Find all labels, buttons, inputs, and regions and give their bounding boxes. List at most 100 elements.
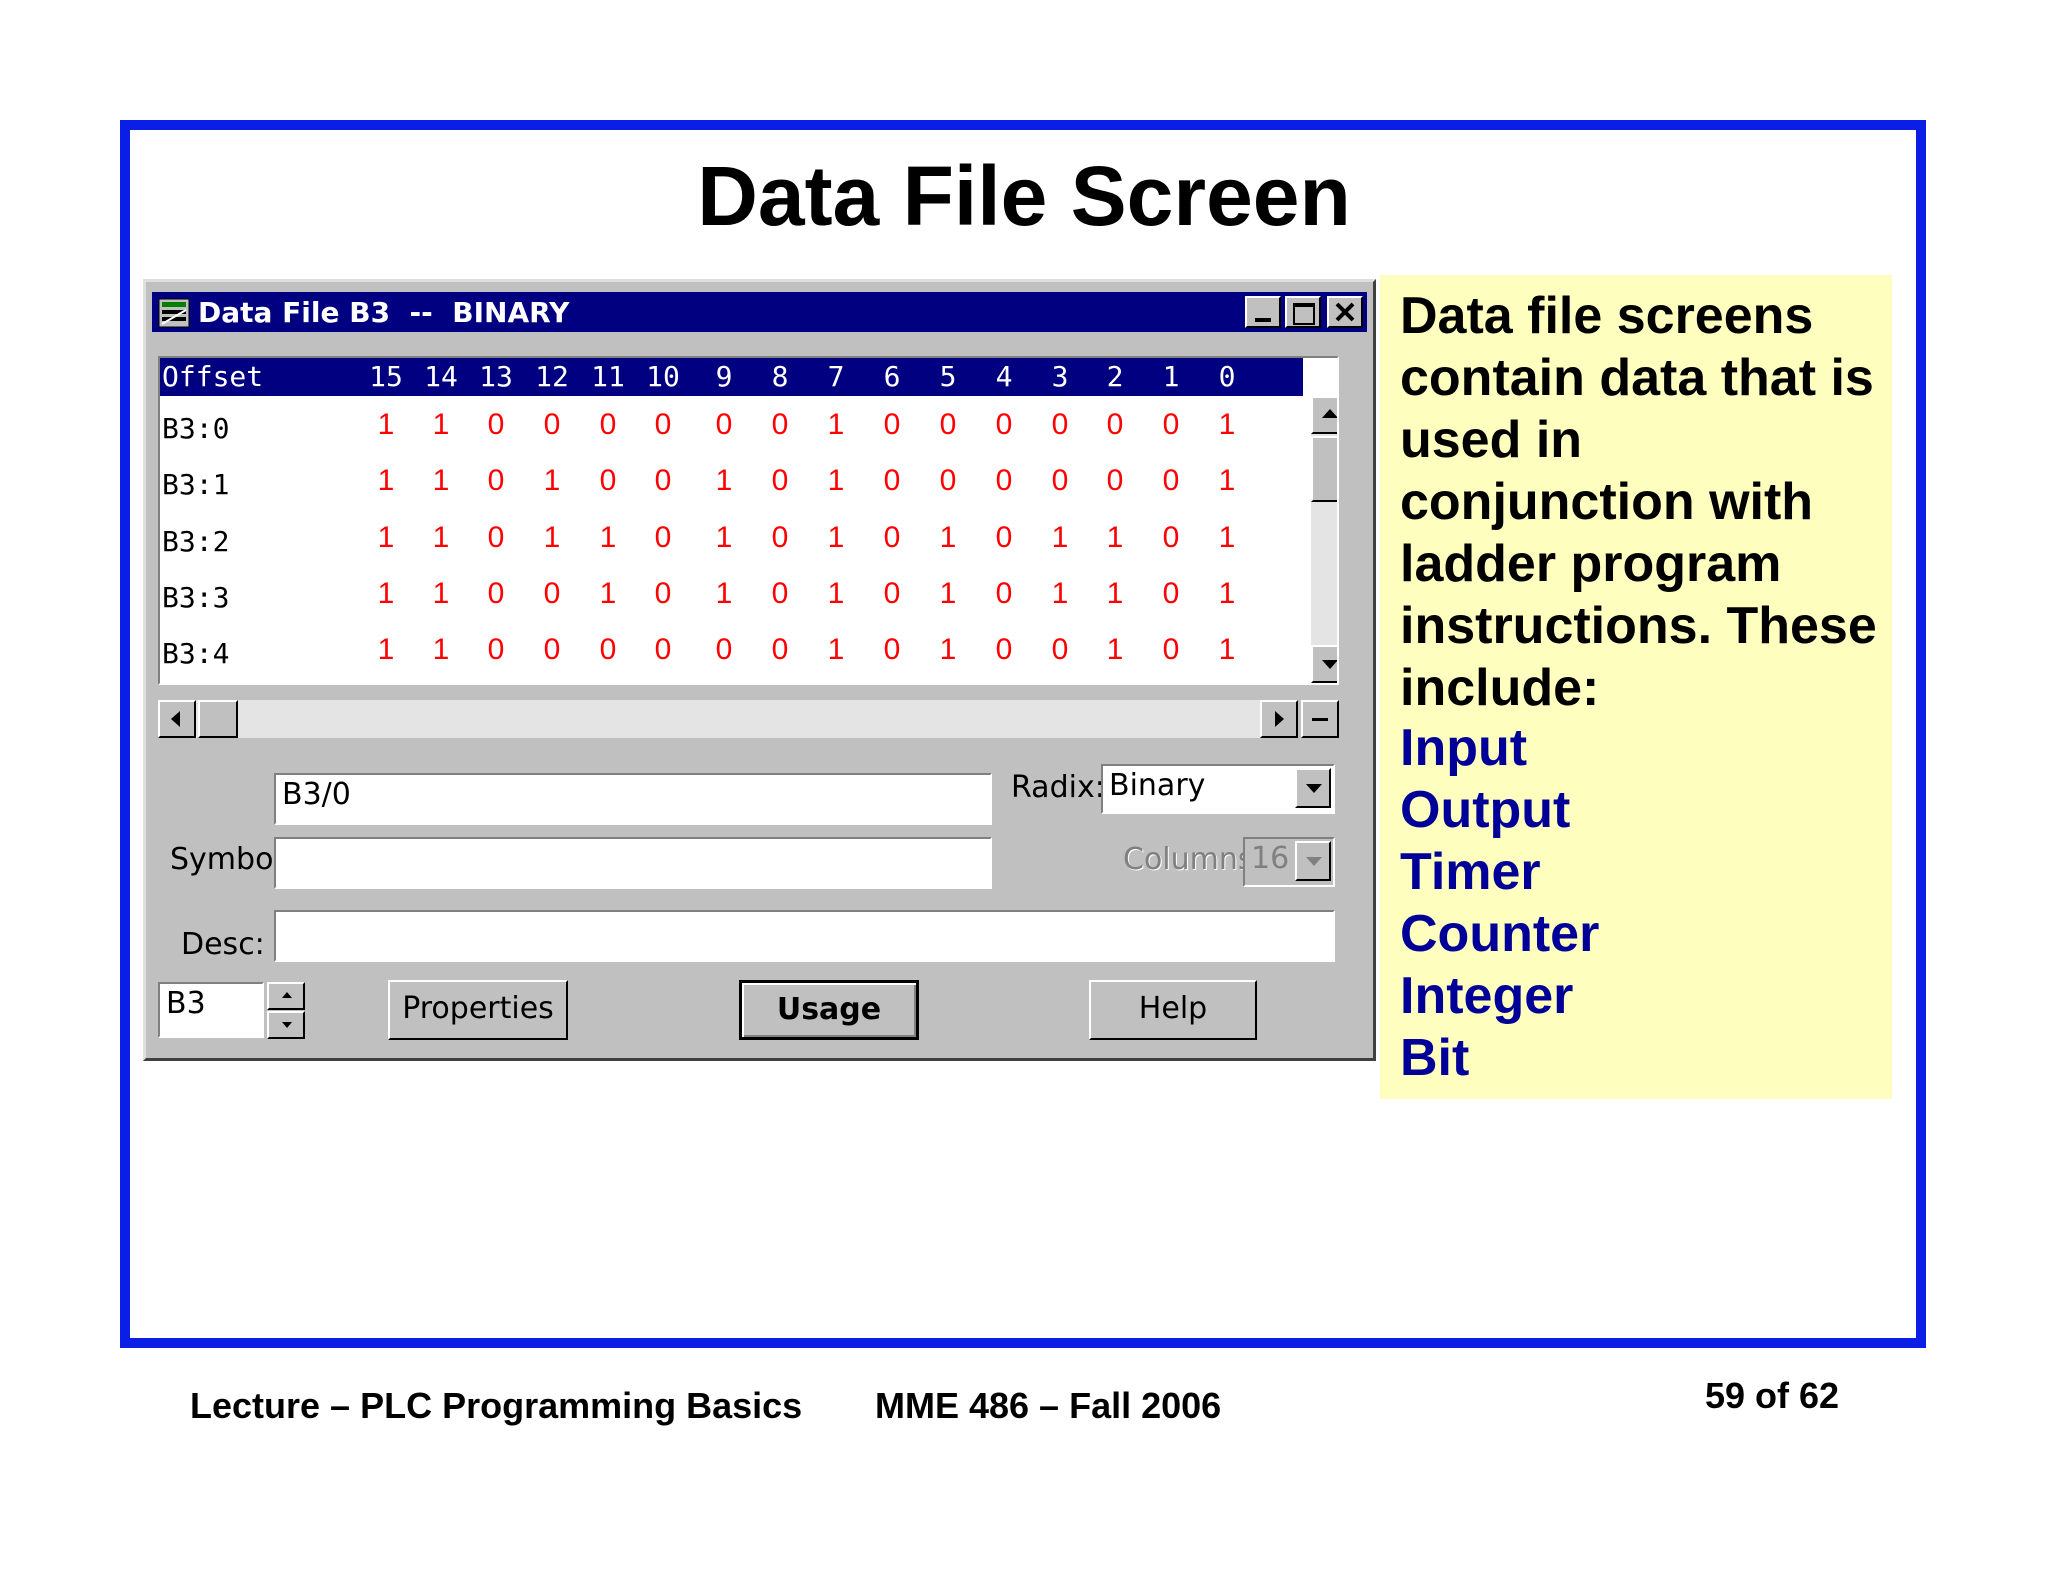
maximize-button[interactable] — [1285, 296, 1321, 328]
offset-cell[interactable]: B3:1 — [162, 468, 229, 501]
bit-cell[interactable]: 0 — [984, 408, 1024, 442]
bit-cell[interactable]: 0 — [1040, 464, 1080, 498]
bit-cell[interactable]: 0 — [928, 408, 968, 442]
bit-cell[interactable]: 1 — [1207, 577, 1247, 611]
radix-dropdown-button[interactable] — [1295, 768, 1331, 808]
bit-cell[interactable]: 1 — [1095, 577, 1135, 611]
bit-cell[interactable]: 1 — [704, 521, 744, 555]
bit-cell[interactable]: 0 — [476, 408, 516, 442]
bit-cell[interactable]: 0 — [872, 464, 912, 498]
horizontal-scrollbar[interactable] — [158, 700, 1298, 738]
table-row[interactable]: B3:2 1 1 0 1 1 0 1 0 1 0 1 0 1 1 0 1 — [160, 519, 1303, 569]
bit-cell[interactable]: 0 — [643, 577, 683, 611]
bit-cell[interactable]: 1 — [366, 633, 406, 667]
bit-cell[interactable]: 0 — [532, 577, 572, 611]
bit-cell[interactable]: 0 — [1095, 464, 1135, 498]
bit-cell[interactable]: 1 — [816, 521, 856, 555]
bit-cell[interactable]: 1 — [366, 464, 406, 498]
bit-cell[interactable]: 0 — [1151, 633, 1191, 667]
bit-cell[interactable]: 1 — [532, 521, 572, 555]
bit-cell[interactable]: 1 — [366, 408, 406, 442]
scroll-down-button[interactable] — [1311, 645, 1337, 683]
bit-cell[interactable]: 0 — [928, 464, 968, 498]
table-row[interactable]: B3:0 1 1 0 0 0 0 0 0 1 0 0 0 0 0 0 1 — [160, 406, 1303, 456]
bit-cell[interactable]: 0 — [704, 408, 744, 442]
bit-cell[interactable]: 0 — [476, 577, 516, 611]
bit-cell[interactable]: 1 — [816, 464, 856, 498]
scroll-up-button[interactable] — [1311, 396, 1337, 434]
bit-cell[interactable]: 0 — [476, 633, 516, 667]
offset-cell[interactable]: B3:4 — [162, 637, 229, 670]
bit-cell[interactable]: 1 — [1207, 408, 1247, 442]
bit-cell[interactable]: 0 — [760, 464, 800, 498]
bit-cell[interactable]: 0 — [532, 633, 572, 667]
bit-cell[interactable]: 1 — [816, 408, 856, 442]
bit-cell[interactable]: 1 — [1095, 521, 1135, 555]
table-row[interactable]: B3:4 1 1 0 0 0 0 0 0 1 0 1 0 0 1 0 1 — [160, 631, 1303, 681]
bit-cell[interactable]: 1 — [928, 521, 968, 555]
usage-button[interactable]: Usage — [739, 980, 919, 1040]
bit-cell[interactable]: 0 — [984, 577, 1024, 611]
bit-cell[interactable]: 0 — [872, 633, 912, 667]
scroll-left-button[interactable] — [158, 700, 196, 738]
bit-cell[interactable]: 1 — [588, 521, 628, 555]
file-spin-down[interactable] — [267, 1011, 305, 1039]
help-button[interactable]: Help — [1089, 980, 1257, 1040]
bit-cell[interactable]: 1 — [421, 408, 461, 442]
bit-cell[interactable]: 1 — [421, 577, 461, 611]
offset-cell[interactable]: B3:2 — [162, 525, 229, 558]
scroll-thumb[interactable] — [1311, 436, 1337, 502]
bit-cell[interactable]: 0 — [588, 633, 628, 667]
bit-cell[interactable]: 0 — [760, 633, 800, 667]
bit-cell[interactable]: 1 — [704, 464, 744, 498]
window-titlebar[interactable]: Data File B3 -- BINARY — [152, 292, 1367, 332]
bit-cell[interactable]: 0 — [1151, 577, 1191, 611]
split-button[interactable] — [1301, 700, 1339, 738]
bit-cell[interactable]: 0 — [984, 464, 1024, 498]
vertical-scrollbar[interactable] — [1311, 396, 1337, 683]
bit-cell[interactable]: 0 — [760, 408, 800, 442]
table-row[interactable]: B3:1 1 1 0 1 0 0 1 0 1 0 0 0 0 0 0 1 — [160, 462, 1303, 512]
bit-cell[interactable]: 0 — [1151, 408, 1191, 442]
bit-cell[interactable]: 1 — [1207, 521, 1247, 555]
bit-cell[interactable]: 0 — [643, 408, 683, 442]
bit-cell[interactable]: 1 — [421, 633, 461, 667]
bit-cell[interactable]: 0 — [643, 521, 683, 555]
offset-cell[interactable]: B3:0 — [162, 412, 229, 445]
radix-select[interactable]: Binary — [1101, 764, 1335, 814]
file-spin-up[interactable] — [267, 982, 305, 1010]
close-button[interactable] — [1327, 296, 1363, 328]
bit-cell[interactable]: 0 — [872, 521, 912, 555]
data-grid[interactable]: Offset 15 14 13 12 11 10 9 8 7 6 5 4 3 2 1 0 B3:0 1 1 0 0 0 0… — [158, 356, 1339, 685]
bit-cell[interactable]: 0 — [1095, 408, 1135, 442]
bit-cell[interactable]: 1 — [421, 521, 461, 555]
bit-cell[interactable]: 1 — [1040, 577, 1080, 611]
symbol-field[interactable] — [274, 837, 992, 889]
bit-cell[interactable]: 1 — [1095, 633, 1135, 667]
properties-button[interactable]: Properties — [388, 980, 568, 1040]
bit-cell[interactable]: 1 — [421, 464, 461, 498]
scroll-right-button[interactable] — [1260, 700, 1298, 738]
table-row[interactable]: B3:3 1 1 0 0 1 0 1 0 1 0 1 0 1 1 0 1 — [160, 575, 1303, 625]
bit-cell[interactable]: 1 — [928, 577, 968, 611]
bit-cell[interactable]: 0 — [1040, 633, 1080, 667]
bit-cell[interactable]: 0 — [1151, 464, 1191, 498]
address-field[interactable]: B3/0 — [274, 773, 992, 825]
bit-cell[interactable]: 1 — [1040, 521, 1080, 555]
bit-cell[interactable]: 0 — [588, 408, 628, 442]
horizontal-scroll-thumb[interactable] — [198, 700, 238, 738]
bit-cell[interactable]: 0 — [1040, 408, 1080, 442]
minimize-button[interactable] — [1245, 296, 1281, 328]
bit-cell[interactable]: 0 — [643, 633, 683, 667]
bit-cell[interactable]: 1 — [588, 577, 628, 611]
bit-cell[interactable]: 0 — [643, 464, 683, 498]
bit-cell[interactable]: 1 — [366, 577, 406, 611]
bit-cell[interactable]: 1 — [816, 633, 856, 667]
bit-cell[interactable]: 0 — [760, 577, 800, 611]
bit-cell[interactable]: 0 — [476, 464, 516, 498]
bit-cell[interactable]: 0 — [476, 521, 516, 555]
offset-cell[interactable]: B3:3 — [162, 581, 229, 614]
bit-cell[interactable]: 0 — [984, 633, 1024, 667]
bit-cell[interactable]: 1 — [928, 633, 968, 667]
bit-cell[interactable]: 1 — [816, 577, 856, 611]
